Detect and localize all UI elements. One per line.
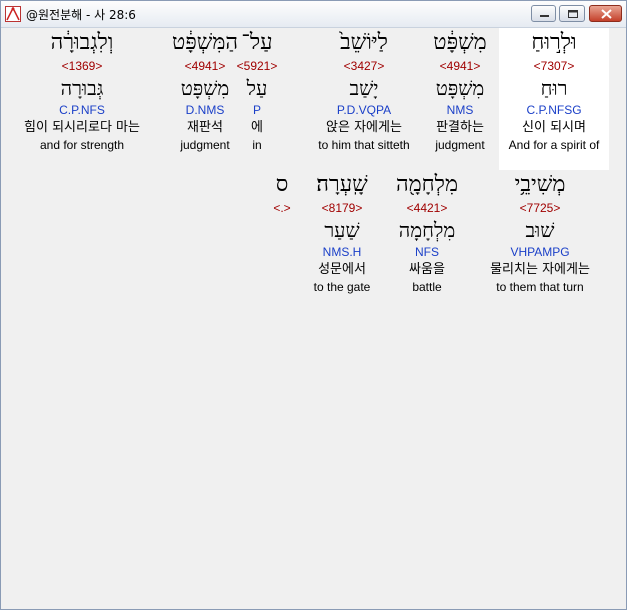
maximize-button[interactable] (559, 5, 585, 22)
parsing-code: D.NMS (185, 103, 225, 117)
strong-number[interactable]: <4941> (150, 58, 260, 74)
hebrew-word: הַמִּשְׁפָּ֔ט (171, 30, 239, 55)
korean-gloss: 앉은 자에게는 (326, 120, 402, 135)
hebrew-word: וּלְר֣וּחַ (531, 30, 577, 55)
root-word: רוּחַ (540, 76, 568, 100)
hebrew-word: לַיּוֹשֵׁב֙ (340, 30, 388, 55)
root-word: שַׁעַר (324, 218, 360, 242)
strong-number[interactable]: <7725> (470, 200, 610, 216)
root-word: מִשְׁפָּט (180, 76, 230, 100)
korean-gloss: 힘이 되시리로다 마는 (24, 120, 140, 135)
korean-gloss: 재판석 (187, 120, 223, 135)
hebrew-word: ס (275, 172, 289, 197)
strong-number[interactable]: <7307> (499, 58, 609, 74)
parsing-code: NMS.H (322, 245, 362, 259)
english-gloss: to the gate (313, 280, 371, 294)
close-icon (601, 9, 612, 19)
english-gloss: to them that turn (496, 280, 584, 294)
word-card[interactable]: מְשִׁיבֵ֥י <7725> שׁוּב VHPAMPG 물리치는 자에게… (470, 170, 610, 295)
korean-gloss: 성문에서 (318, 262, 366, 277)
hebrew-word: מְשִׁיבֵ֥י (514, 172, 566, 197)
korean-gloss: 물리치는 자에게는 (490, 262, 590, 277)
strong-number[interactable]: <.> (260, 200, 304, 216)
word-card[interactable]: שָֽׁעְרָה׃ <8179> שַׁעַר NMS.H 성문에서 to t… (290, 170, 394, 295)
window-title: @원전분해 - 사 28:6 (26, 8, 136, 22)
parsing-code: C.P.NFSG (526, 103, 582, 117)
maximize-icon (568, 10, 578, 18)
word-card[interactable]: וְלִגְבוּרָ֔ה <1369> גְּבוּרָה C.P.NFS 힘… (8, 28, 156, 153)
root-word: יָשַׁב (349, 76, 379, 100)
close-button[interactable] (589, 5, 622, 22)
english-gloss: And for a spirit of (508, 138, 600, 152)
word-card[interactable]: הַמִּשְׁפָּ֔ט <4941> מִשְׁפָּט D.NMS 재판석… (150, 28, 260, 153)
word-card[interactable]: וּלְר֣וּחַ <7307> רוּחַ C.P.NFSG 신이 되시며 … (499, 28, 609, 170)
english-gloss: judgment (180, 138, 230, 152)
root-word: שׁוּב (525, 218, 555, 242)
app-window: @원전분해 - 사 28:6 וּלְר֣וּחַ <7307> רוּחַ C… (0, 0, 627, 610)
strong-number[interactable]: <8179> (290, 200, 394, 216)
korean-gloss: 판결하는 (436, 120, 484, 135)
hebrew-word: שָֽׁעְרָה׃ (316, 172, 368, 197)
minimize-icon (540, 15, 549, 17)
word-card[interactable]: מִשְׁפָּ֔ט <4941> מִשְׁפָּט NMS 판결하는 jud… (405, 28, 515, 153)
root-word: גְּבוּרָה (60, 76, 104, 100)
english-gloss: judgment (435, 138, 485, 152)
word-card[interactable]: ס <.> (260, 170, 304, 216)
english-gloss: to him that sitteth (318, 138, 410, 152)
compass-icon (5, 6, 21, 22)
title-bar[interactable]: @원전분해 - 사 28:6 (1, 1, 626, 28)
strong-number[interactable]: <4941> (405, 58, 515, 74)
korean-gloss: 신이 되시며 (522, 120, 586, 135)
parsing-code: VHPAMPG (510, 245, 570, 259)
hebrew-word: מִשְׁפָּ֔ט (433, 30, 487, 55)
minimize-button[interactable] (531, 5, 556, 22)
strong-number[interactable]: <3427> (309, 58, 419, 74)
word-analysis-panel: וּלְר֣וּחַ <7307> רוּחַ C.P.NFSG 신이 되시며 … (2, 28, 625, 608)
parsing-code: P.D.VQPA (336, 103, 392, 117)
hebrew-word: וְלִגְבוּרָ֔ה (50, 30, 114, 55)
english-gloss: and for strength (39, 138, 125, 152)
parsing-code: NMS (446, 103, 474, 117)
word-card[interactable]: לַיּוֹשֵׁב֙ <3427> יָשַׁב P.D.VQPA 앉은 자에… (309, 28, 419, 153)
parsing-code: C.P.NFS (59, 103, 105, 117)
root-word: מִשְׁפָּט (435, 76, 485, 100)
strong-number[interactable]: <1369> (8, 58, 156, 74)
